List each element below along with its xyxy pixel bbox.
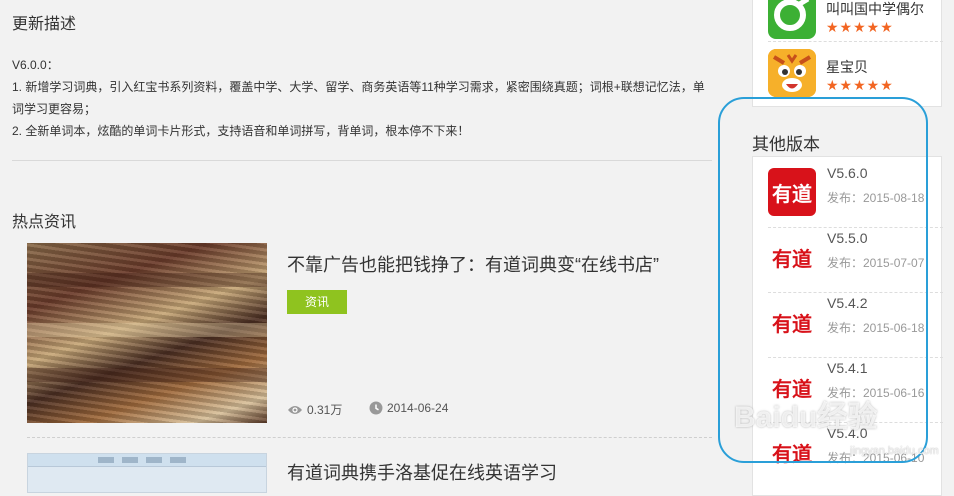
publish-date: 2014-06-24 xyxy=(369,401,448,415)
version-number[interactable]: V5.4.0 xyxy=(827,425,867,441)
youdao-logo-icon[interactable]: 有道 xyxy=(768,168,816,216)
app-item[interactable]: 叫叫国中学偶尔 ★★★★★ xyxy=(768,0,938,45)
row-divider xyxy=(768,41,943,42)
date-value: 2014-06-24 xyxy=(387,401,449,415)
version-line: V6.0.0： xyxy=(12,58,59,72)
youdao-logo-icon[interactable]: 有道 xyxy=(768,298,816,346)
version-item[interactable]: 有道 V5.4.1 发布：2015-06-16 xyxy=(768,352,943,416)
release-date: 发布：2015-06-16 xyxy=(827,386,925,400)
youdao-logo-icon[interactable]: 有道 xyxy=(768,233,816,281)
news-item[interactable]: 有道词典携手洛基促在线英语学习 xyxy=(27,453,712,493)
youdao-logo-icon[interactable]: 有道 xyxy=(768,363,816,411)
clock-icon xyxy=(369,401,383,415)
rating-stars: ★★★★★ xyxy=(826,19,894,35)
news-title-link[interactable]: 不靠广告也能把钱挣了：有道词典变“在线书店” xyxy=(287,251,659,277)
app-name[interactable]: 叫叫国中学偶尔 xyxy=(826,0,924,19)
app-item[interactable]: 星宝贝 ★★★★★ xyxy=(768,49,938,103)
version-item[interactable]: 有道 V5.6.0 发布：2015-08-18 xyxy=(768,157,943,221)
other-versions-title: 其他版本 xyxy=(752,135,820,154)
section-divider xyxy=(12,160,712,161)
eye-icon xyxy=(287,404,303,416)
tiger-cub-icon[interactable] xyxy=(768,49,816,97)
views-count: 0.31万 xyxy=(287,401,342,418)
version-item[interactable]: 有道 V5.4.0 发布：2015-06-10 xyxy=(768,417,943,481)
version-number[interactable]: V5.6.0 xyxy=(827,165,867,181)
views-value: 0.31万 xyxy=(307,403,343,417)
other-versions-box: 有道 V5.6.0 发布：2015-08-18 有道 V5.5.0 发布：201… xyxy=(752,156,943,496)
version-number[interactable]: V5.4.2 xyxy=(827,295,867,311)
youdao-logo-icon[interactable]: 有道 xyxy=(768,428,816,476)
news-thumbnail-screenshot[interactable] xyxy=(27,453,267,493)
news-divider xyxy=(27,437,712,438)
release-date: 发布：2015-06-18 xyxy=(827,321,925,335)
green-app-icon[interactable] xyxy=(768,0,816,39)
news-thumbnail-books[interactable] xyxy=(27,243,267,423)
version-number[interactable]: V5.5.0 xyxy=(827,230,867,246)
hot-news-title: 热点资讯 xyxy=(12,214,77,231)
version-item[interactable]: 有道 V5.5.0 发布：2015-07-07 xyxy=(768,222,943,286)
version-item[interactable]: 有道 V5.4.2 发布：2015-06-18 xyxy=(768,287,943,351)
news-title-link[interactable]: 有道词典携手洛基促在线英语学习 xyxy=(287,459,557,485)
sidebar: 叫叫国中学偶尔 ★★★★★ 星宝贝 ★★★★★ 其他版本 有道 V5.6.0 发… xyxy=(752,0,954,496)
release-date: 发布：2015-06-10 xyxy=(827,451,925,465)
description-item: 1. 新增学习词典，引入红宝书系列资料，覆盖中学、大学、留学、商务英语等11种学… xyxy=(12,80,705,116)
main-content: 更新描述 V6.0.0： 1. 新增学习词典，引入红宝书系列资料，覆盖中学、大学… xyxy=(0,0,740,493)
update-description-title: 更新描述 xyxy=(12,16,77,33)
news-tag[interactable]: 资讯 xyxy=(287,290,347,314)
update-description: V6.0.0： 1. 新增学习词典，引入红宝书系列资料，覆盖中学、大学、留学、商… xyxy=(12,54,712,142)
related-apps-box: 叫叫国中学偶尔 ★★★★★ 星宝贝 ★★★★★ xyxy=(752,0,943,107)
news-item[interactable]: 不靠广告也能把钱挣了：有道词典变“在线书店” 资讯 0.31万 2014-06-… xyxy=(27,243,712,423)
release-date: 发布：2015-08-18 xyxy=(827,191,925,205)
description-item: 2. 全新单词本，炫酷的单词卡片形式，支持语音和单词拼写，背单词，根本停不下来！ xyxy=(12,124,470,138)
version-number[interactable]: V5.4.1 xyxy=(827,360,867,376)
release-date: 发布：2015-07-07 xyxy=(827,256,925,270)
app-name[interactable]: 星宝贝 xyxy=(826,57,868,77)
rating-stars: ★★★★★ xyxy=(826,77,894,93)
